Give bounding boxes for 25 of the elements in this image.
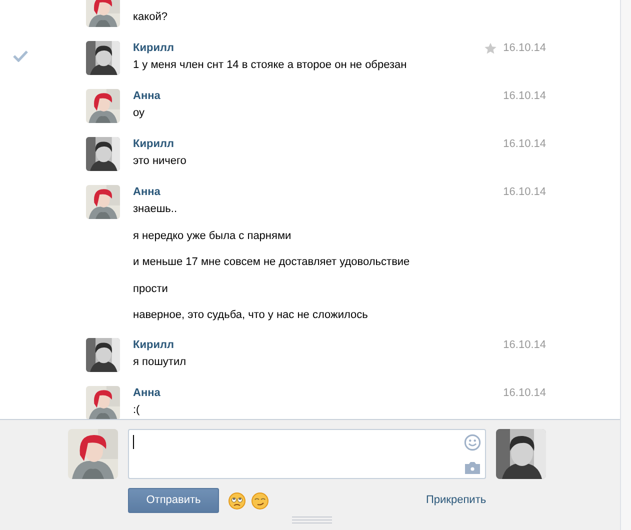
author-name[interactable]: Анна bbox=[133, 88, 160, 104]
message-date: 16.10.14 bbox=[503, 41, 546, 56]
author-name[interactable]: Кирилл bbox=[133, 40, 174, 56]
send-button[interactable]: Отправить bbox=[128, 488, 219, 513]
author-name[interactable]: Кирилл bbox=[133, 337, 174, 353]
message-date: 16.10.14 bbox=[503, 137, 546, 152]
message-date: 16.10.14 bbox=[503, 89, 546, 104]
message-text: прости bbox=[133, 282, 169, 296]
author-name[interactable]: Кирилл bbox=[133, 136, 174, 152]
message-text: я нередко уже была с парнями bbox=[133, 228, 292, 244]
message-text: знаешь.. bbox=[133, 202, 178, 217]
message-text: и меньше 17 мне совсем не доставляет удовольствие bbox=[133, 255, 411, 270]
message-date: 16.10.14 bbox=[503, 185, 546, 200]
author-name[interactable]: Анна bbox=[133, 184, 160, 200]
message-text: я пошутил bbox=[133, 355, 188, 370]
message-text: какой? bbox=[133, 10, 168, 25]
message-text: наверное, это судьба, что у нас не сложилось bbox=[133, 308, 369, 323]
message-text: это ничего bbox=[133, 154, 188, 169]
message-text: 1 у меня член снт 14 в стояке а второе он не обрезан bbox=[133, 58, 408, 73]
author-name[interactable]: Анна bbox=[133, 385, 160, 401]
message-date: 16.10.14 bbox=[503, 386, 546, 401]
message-date: 16.10.14 bbox=[503, 338, 546, 353]
message-text: оу bbox=[133, 106, 146, 121]
message-text: :( bbox=[133, 403, 141, 418]
attach-link[interactable]: Прикрепить bbox=[426, 492, 486, 509]
